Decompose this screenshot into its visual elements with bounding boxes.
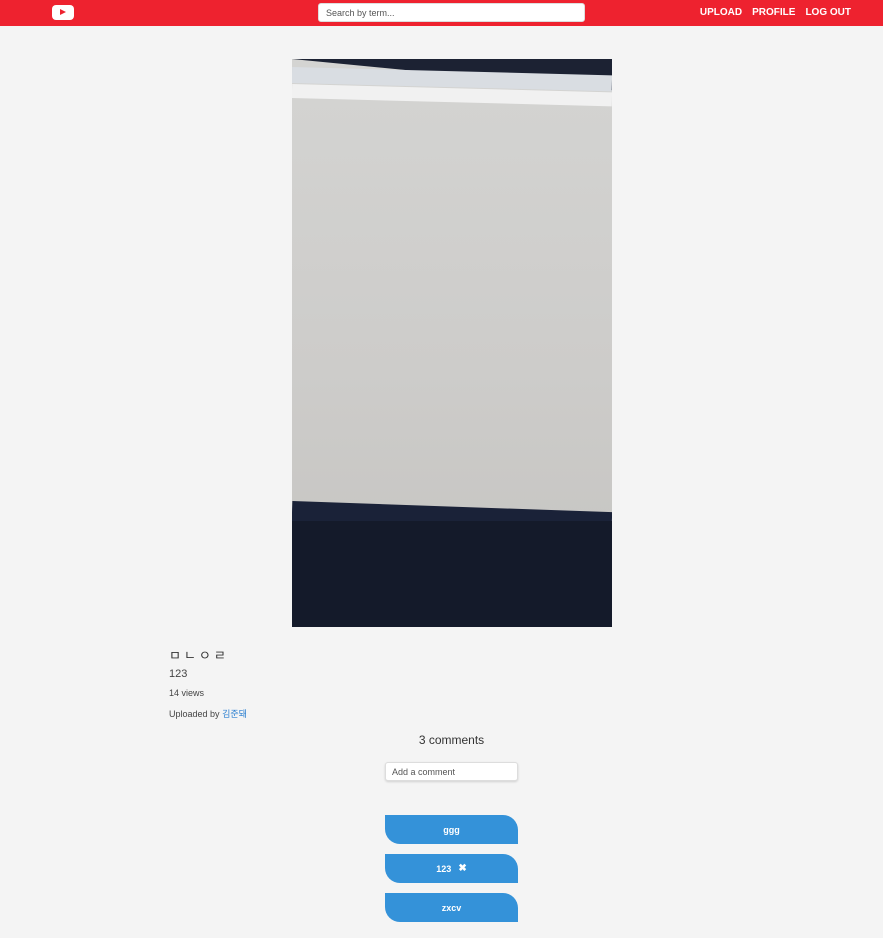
uploader-link[interactable]: 김준돼: [222, 709, 247, 719]
video-uploader: Uploaded by 김준돼: [169, 707, 247, 720]
video-frame-screen: [292, 59, 612, 579]
video-views: 14 views: [169, 688, 205, 698]
header: UPLOAD PROFILE LOG OUT: [0, 0, 883, 26]
comment-input[interactable]: [385, 762, 518, 781]
upload-link[interactable]: UPLOAD: [700, 7, 742, 18]
video-player[interactable]: [292, 59, 612, 627]
comment-item: ggg: [385, 815, 518, 844]
comment-count: 3 comments: [418, 733, 485, 747]
comment-list: ggg 123 ✖ zxcv: [385, 815, 518, 932]
logout-link[interactable]: LOG OUT: [805, 7, 851, 18]
search-input[interactable]: [318, 3, 585, 22]
comment-item: 123 ✖: [385, 854, 518, 883]
video-frame-background: [292, 521, 612, 627]
header-nav: UPLOAD PROFILE LOG OUT: [700, 7, 851, 18]
comment-text: 123: [436, 863, 452, 874]
video-title: ㅁㄴㅇㄹ: [169, 648, 229, 663]
video-description: 123: [169, 668, 188, 680]
comment-text: ggg: [443, 824, 460, 835]
comment-text: zxcv: [441, 902, 462, 913]
delete-comment-icon[interactable]: ✖: [458, 863, 466, 874]
youtube-logo-icon[interactable]: [52, 5, 74, 20]
uploaded-by-label: Uploaded by: [169, 709, 220, 719]
profile-link[interactable]: PROFILE: [752, 7, 795, 18]
comment-item: zxcv: [385, 893, 518, 922]
